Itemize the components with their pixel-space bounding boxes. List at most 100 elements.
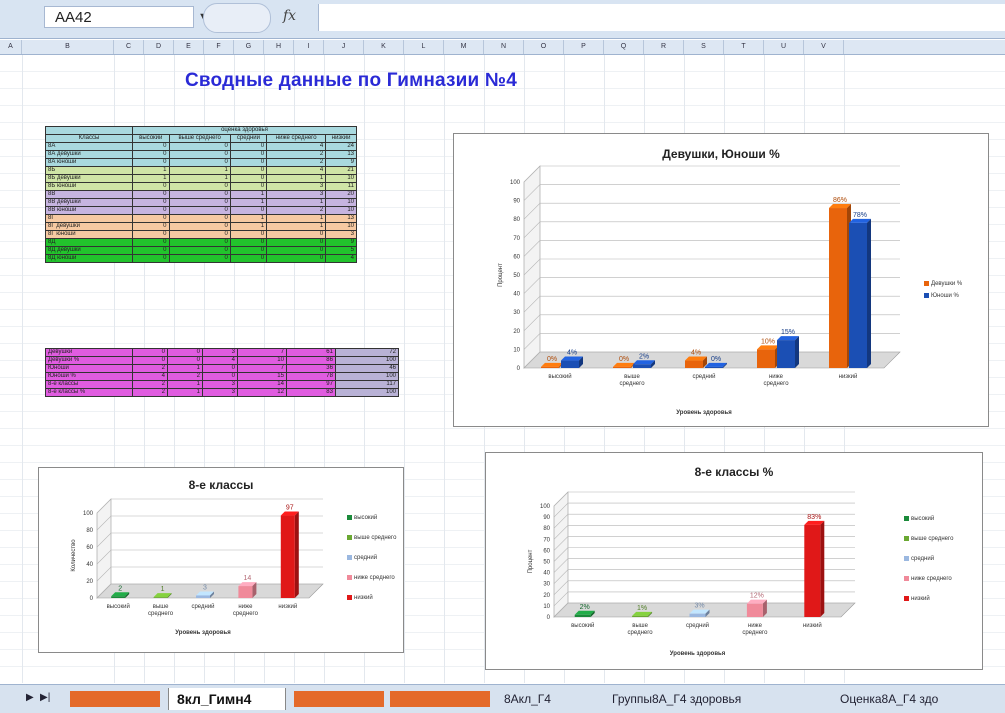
table-cell[interactable]: 72: [334, 348, 400, 357]
table-cell[interactable]: 0: [168, 238, 231, 247]
table-cell[interactable]: 0: [132, 348, 168, 357]
column-header-t[interactable]: T: [724, 40, 764, 54]
table-cell[interactable]: 2: [266, 158, 327, 167]
table-cell[interactable]: 5: [325, 246, 357, 255]
row-label[interactable]: 8-е классы: [45, 380, 133, 389]
column-header-c[interactable]: C: [114, 40, 144, 54]
table-cell[interactable]: 0: [168, 214, 231, 223]
table-cell[interactable]: 9: [325, 238, 357, 247]
table-group-header[interactable]: оценка здоровья: [132, 126, 357, 135]
table-cell[interactable]: 3: [266, 182, 327, 191]
table-cell[interactable]: 0: [132, 222, 170, 231]
row-label[interactable]: 8В девушки: [45, 198, 133, 207]
table-cell[interactable]: 10: [236, 356, 287, 365]
table-cell[interactable]: 1: [166, 388, 203, 397]
column-header-q[interactable]: Q: [604, 40, 644, 54]
table-cell[interactable]: 7: [236, 364, 287, 373]
table-cell[interactable]: 1: [266, 222, 327, 231]
column-header-o[interactable]: O: [524, 40, 564, 54]
column-header-v[interactable]: V: [804, 40, 844, 54]
table-cell[interactable]: 0: [166, 356, 203, 365]
table-cell[interactable]: 7: [236, 348, 287, 357]
table-cell[interactable]: 1: [168, 174, 231, 183]
table-column-header[interactable]: низкий: [325, 134, 357, 143]
table-cell[interactable]: 20: [325, 190, 357, 199]
column-header-p[interactable]: P: [564, 40, 604, 54]
table-cell[interactable]: 14: [236, 380, 287, 389]
formula-cancel-enter-icons[interactable]: [203, 3, 271, 33]
table-cell[interactable]: 0: [168, 246, 231, 255]
sheet-tab[interactable]: [70, 691, 160, 707]
table-cell[interactable]: 100: [334, 356, 400, 365]
table-cell[interactable]: 1: [166, 364, 203, 373]
row-label[interactable]: Девушки %: [45, 356, 133, 365]
table-cell[interactable]: 0: [201, 372, 238, 381]
table-cell[interactable]: 0: [132, 246, 170, 255]
chart-grade8-percent[interactable]: 8-е классы % 0 10 20 30 40 50 60 70 80 90 100 Проце…: [485, 452, 983, 670]
column-header-j[interactable]: J: [324, 40, 364, 54]
table-cell[interactable]: 36: [285, 364, 336, 373]
table-cell[interactable]: 0: [168, 198, 231, 207]
sheet-tab[interactable]: Группы8А_Г4 здоровья: [604, 688, 804, 710]
table-cell[interactable]: 0: [132, 254, 170, 263]
table-cell[interactable]: 4: [132, 372, 168, 381]
table-cell[interactable]: 2: [132, 380, 168, 389]
column-header-k[interactable]: K: [364, 40, 404, 54]
sheet-tab[interactable]: Оценка8А_Г4 здо: [832, 688, 998, 710]
table-cell[interactable]: 0: [132, 158, 170, 167]
column-header-e[interactable]: E: [174, 40, 204, 54]
sheet-tab[interactable]: [390, 691, 490, 707]
table-cell[interactable]: 0: [132, 238, 170, 247]
table-cell[interactable]: 3: [201, 380, 238, 389]
table-cell[interactable]: 100: [334, 372, 400, 381]
sheet-tab[interactable]: 8Акл_Г4: [496, 688, 588, 710]
row-label[interactable]: Девушки: [45, 348, 133, 357]
table-cell[interactable]: 3: [325, 230, 357, 239]
column-header-m[interactable]: M: [444, 40, 484, 54]
table-cell[interactable]: 2: [166, 372, 203, 381]
table-cell[interactable]: 0: [266, 238, 327, 247]
table-cell[interactable]: 0: [132, 214, 170, 223]
table-cell[interactable]: 0: [229, 158, 268, 167]
row-label[interactable]: Юноши %: [45, 372, 133, 381]
table-cell[interactable]: 10: [325, 198, 357, 207]
table-cell[interactable]: 0: [132, 190, 170, 199]
row-label[interactable]: 8Г: [45, 214, 133, 223]
chart-girls-boys[interactable]: Девушки, Юноши % 0 10 20 30 40 50 60 70 80 90 100 П…: [453, 133, 989, 427]
table-cell[interactable]: 10: [325, 174, 357, 183]
table-cell[interactable]: 0: [132, 206, 170, 215]
table-cell[interactable]: 1: [229, 214, 268, 223]
row-label[interactable]: 8А: [45, 142, 133, 151]
table-cell[interactable]: 3: [266, 190, 327, 199]
table-cell[interactable]: 1: [229, 190, 268, 199]
row-label[interactable]: 8А юноши: [45, 158, 133, 167]
table-cell[interactable]: 0: [266, 230, 327, 239]
table-cell[interactable]: 13: [325, 214, 357, 223]
table-cell[interactable]: 0: [229, 182, 268, 191]
row-label[interactable]: 8А девушки: [45, 150, 133, 159]
table-cell[interactable]: 0: [229, 246, 268, 255]
table-column-header[interactable]: Классы: [45, 134, 133, 143]
table-cell[interactable]: 0: [229, 206, 268, 215]
table-cell[interactable]: 12: [236, 388, 287, 397]
table-cell[interactable]: 3: [201, 348, 238, 357]
table-cell[interactable]: 0: [229, 230, 268, 239]
table-cell[interactable]: 4: [266, 166, 327, 175]
table-column-header[interactable]: выше среднего: [168, 134, 231, 143]
table-cell[interactable]: 1: [266, 214, 327, 223]
row-label[interactable]: 8-е классы %: [45, 388, 133, 397]
table-cell[interactable]: 4: [325, 254, 357, 263]
column-header-a[interactable]: A: [0, 40, 22, 54]
table-cell[interactable]: 0: [229, 174, 268, 183]
row-label[interactable]: 8Д юноши: [45, 254, 133, 263]
table-cell[interactable]: 3: [201, 388, 238, 397]
row-label[interactable]: Юноши: [45, 364, 133, 373]
chart-grade8-count[interactable]: 8-е классы 0 20 40 60 80 100 Количество Уровень…: [38, 467, 404, 653]
table-cell[interactable]: 11: [325, 182, 357, 191]
column-header-n[interactable]: N: [484, 40, 524, 54]
table-cell[interactable]: 0: [266, 246, 327, 255]
sheet-tab[interactable]: 8кл_Гимн4: [168, 688, 286, 710]
table-cell[interactable]: 86: [285, 356, 336, 365]
table-cell[interactable]: 0: [168, 230, 231, 239]
table-cell[interactable]: 9: [325, 158, 357, 167]
